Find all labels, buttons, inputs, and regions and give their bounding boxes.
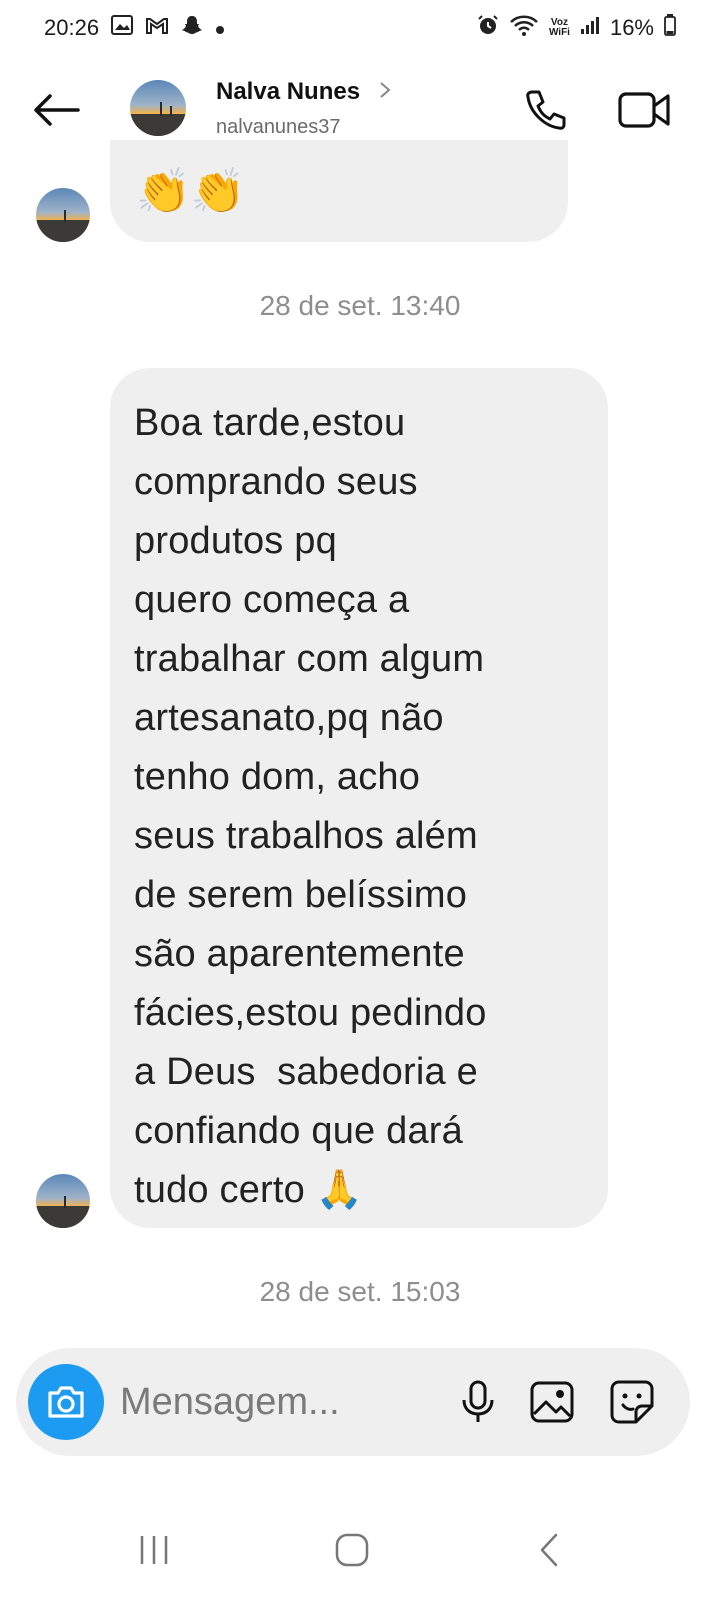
- sticker-icon: [610, 1380, 654, 1424]
- voice-call-button[interactable]: [522, 86, 570, 134]
- recent-apps-button[interactable]: [130, 1528, 178, 1572]
- home-button[interactable]: [328, 1528, 376, 1572]
- recent-apps-icon: [140, 1536, 168, 1564]
- message-bubble[interactable]: 👏👏: [110, 140, 568, 242]
- back-arrow-icon: [34, 94, 80, 126]
- microphone-button[interactable]: [454, 1378, 502, 1426]
- gmail-icon: [145, 15, 169, 41]
- camera-button[interactable]: [28, 1364, 104, 1440]
- message-text: Boa tarde,estou comprando seus produtos …: [134, 402, 487, 1211]
- back-button[interactable]: [30, 88, 82, 132]
- message-bubble[interactable]: Boa tarde,estou comprando seus produtos …: [110, 368, 608, 1228]
- status-right: Voz WiFi 16%: [477, 13, 676, 43]
- contact-info[interactable]: Nalva Nunes nalvanunes37: [216, 78, 391, 139]
- image-gallery-icon: [530, 1381, 574, 1423]
- contact-username: nalvanunes37: [216, 116, 341, 138]
- gallery-icon: [111, 15, 134, 41]
- timestamp: 28 de set. 13:40: [259, 290, 461, 321]
- alarm-icon: [477, 14, 499, 42]
- video-call-button[interactable]: [616, 86, 672, 134]
- nav-back-button[interactable]: [526, 1528, 574, 1572]
- contact-name: Nalva Nunes: [216, 78, 361, 105]
- battery-icon: [664, 14, 676, 42]
- microphone-icon: [462, 1380, 494, 1422]
- gallery-button[interactable]: [528, 1378, 576, 1426]
- status-bar: 20:26 Voz WiFi 16%: [0, 0, 720, 56]
- message-text: 👏👏: [136, 167, 246, 216]
- home-icon: [335, 1533, 369, 1567]
- chevron-right-icon: [379, 81, 391, 105]
- message-composer: [16, 1348, 690, 1456]
- sender-avatar[interactable]: [36, 1174, 90, 1228]
- sticker-button[interactable]: [608, 1378, 656, 1426]
- contact-avatar[interactable]: [130, 80, 186, 136]
- dot-icon: [215, 15, 225, 41]
- nav-back-icon: [540, 1533, 558, 1567]
- camera-icon: [48, 1386, 84, 1418]
- system-navbar: [0, 1500, 720, 1600]
- voz-wifi-label: Voz WiFi: [548, 17, 570, 38]
- message-input[interactable]: [120, 1378, 420, 1426]
- status-time: 20:26: [44, 15, 100, 40]
- status-left: 20:26: [44, 14, 225, 42]
- video-camera-icon: [618, 92, 670, 128]
- signal-icon: [580, 15, 600, 41]
- timestamp: 28 de set. 15:03: [259, 1276, 461, 1307]
- wifi-calling-icon: [509, 13, 539, 43]
- phone-icon: [526, 90, 566, 130]
- battery-percent: 16%: [609, 15, 654, 40]
- sender-avatar[interactable]: [36, 188, 90, 242]
- snapchat-icon: [181, 14, 203, 42]
